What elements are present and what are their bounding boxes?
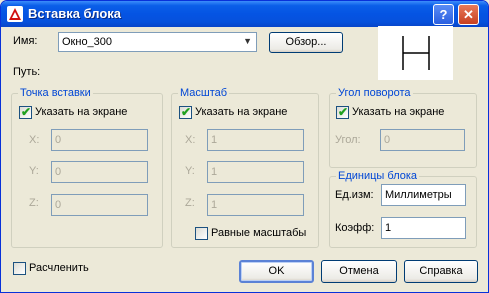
rotation-angle-input: 0 <box>380 129 465 151</box>
window-title: Вставка блока <box>28 6 122 21</box>
rotation-angle-label: Угол: <box>335 134 361 146</box>
insertion-specify-label: Указать на экране <box>35 106 128 118</box>
insertion-specify-checkbox[interactable]: ✔ <box>19 105 32 119</box>
autocad-app-icon <box>7 6 23 22</box>
help-button[interactable]: Справка <box>404 260 478 283</box>
block-units-unit-label: Ед.изм: <box>335 189 374 201</box>
block-preview <box>378 26 453 80</box>
explode-label: Расчленить <box>29 262 89 274</box>
rotation-specify-label: Указать на экране <box>352 106 445 118</box>
insertion-point-title: Точка вставки <box>18 87 93 99</box>
chevron-down-icon[interactable]: ▼ <box>243 36 252 46</box>
scale-x-input: 1 <box>207 129 304 151</box>
check-icon: ✔ <box>181 105 192 119</box>
rotation-title: Угол поворота <box>336 87 413 99</box>
ok-button[interactable]: OK <box>239 260 314 283</box>
scale-specify-label: Указать на экране <box>195 106 288 118</box>
scale-x-label: X: <box>185 134 196 146</box>
block-name-value: Окно_300 <box>62 36 113 48</box>
insertion-z-input: 0 <box>51 194 148 216</box>
block-units-title: Единицы блока <box>336 170 420 182</box>
check-icon: ✔ <box>21 105 32 119</box>
title-help-button[interactable]: ? <box>433 4 454 25</box>
block-units-unit-field: Миллиметры <box>381 184 466 206</box>
browse-button[interactable]: Обзор... <box>269 32 343 53</box>
insertion-y-label: Y: <box>29 165 39 177</box>
uniform-scale-label: Равные масштабы <box>211 227 307 239</box>
block-name-combobox[interactable]: Окно_300 ▼ <box>58 32 257 52</box>
title-bar[interactable]: Вставка блока ? ✕ <box>1 1 488 27</box>
insertion-y-input: 0 <box>51 161 148 183</box>
insert-block-dialog: Вставка блока ? ✕ Имя: Окно_300 ▼ Обзор.… <box>0 0 489 293</box>
scale-title: Масштаб <box>178 87 230 99</box>
block-preview-icon <box>402 36 430 70</box>
scale-specify-checkbox[interactable]: ✔ <box>179 105 192 119</box>
insertion-x-input: 0 <box>51 129 148 151</box>
rotation-specify-checkbox[interactable]: ✔ <box>336 105 349 119</box>
title-close-button[interactable]: ✕ <box>458 4 479 25</box>
cancel-button[interactable]: Отмена <box>321 260 397 283</box>
scale-z-input: 1 <box>207 194 304 216</box>
name-label: Имя: <box>13 35 38 47</box>
explode-checkbox[interactable] <box>13 262 26 275</box>
block-units-factor-label: Коэфф: <box>335 222 375 234</box>
scale-y-input: 1 <box>207 161 304 183</box>
block-units-factor-field: 1 <box>381 217 466 239</box>
path-label: Путь: <box>13 66 41 78</box>
insertion-z-label: Z: <box>29 197 39 209</box>
check-icon: ✔ <box>338 105 349 119</box>
uniform-scale-checkbox[interactable] <box>195 227 208 240</box>
insertion-x-label: X: <box>29 134 40 146</box>
scale-z-label: Z: <box>185 197 195 209</box>
scale-y-label: Y: <box>185 165 195 177</box>
